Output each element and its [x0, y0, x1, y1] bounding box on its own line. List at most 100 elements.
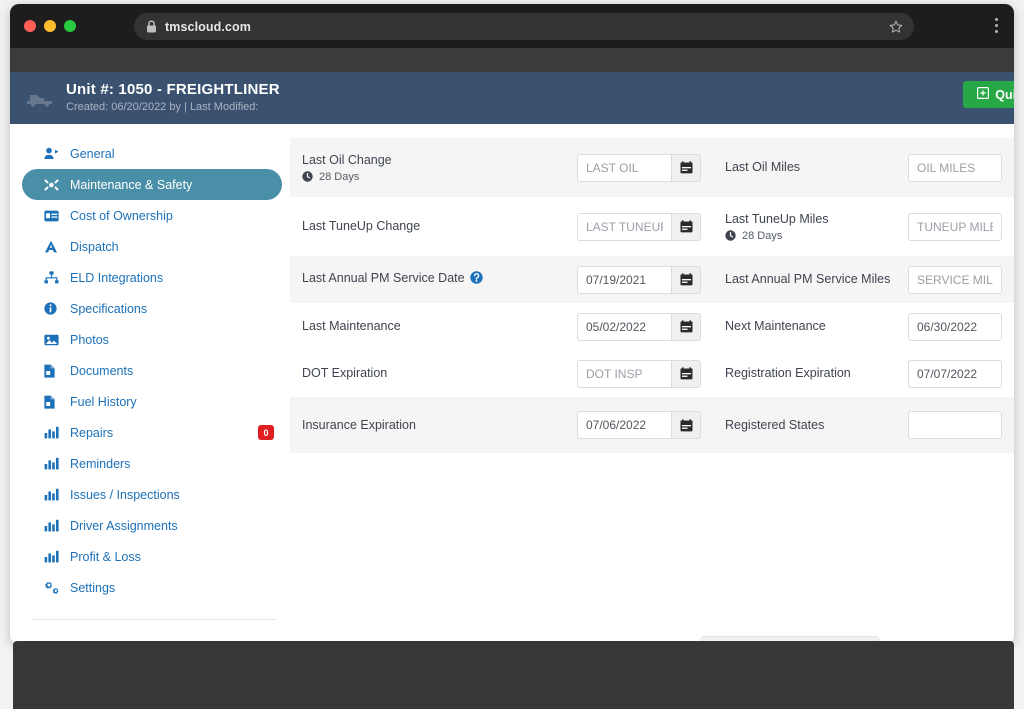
form-cell-right: Registration Expiration: [713, 360, 1014, 388]
field-input[interactable]: [908, 266, 1002, 294]
address-bar[interactable]: tmscloud.com: [134, 13, 914, 40]
truck-icon: [26, 89, 56, 107]
form-cell-left: Insurance Expiration: [290, 411, 713, 439]
field-input[interactable]: [577, 411, 671, 439]
field-input-group: [577, 154, 701, 182]
field-input[interactable]: [908, 213, 1002, 241]
form-row: Insurance Expiration Registered States: [290, 397, 1014, 453]
sidebar-item-label: Documents: [70, 364, 133, 378]
field-input-group: [908, 411, 1002, 439]
id-card-icon: [44, 210, 61, 222]
sidebar-item-label: General: [70, 147, 114, 161]
app-viewport: Unit #: 1050 - FREIGHTLINER Created: 06/…: [10, 72, 1014, 644]
form-row: Last TuneUp Change Last TuneUp Miles28 Da…: [290, 197, 1014, 256]
calendar-icon[interactable]: [671, 313, 701, 341]
sidebar-item-fuel-history[interactable]: Fuel History: [22, 386, 282, 417]
minimize-window-button[interactable]: [44, 20, 56, 32]
form-cell-right: Next Maintenance: [713, 313, 1014, 341]
field-label-text: Last TuneUp Change: [302, 219, 420, 233]
sidebar-item-repairs[interactable]: Repairs0: [22, 417, 282, 448]
field-label-text: Registered States: [725, 418, 824, 432]
sidebar-item-settings[interactable]: Settings: [22, 572, 282, 603]
sidebar-item-issues-inspections[interactable]: Issues / Inspections: [22, 479, 282, 510]
sidebar-item-label: Specifications: [70, 302, 147, 316]
wrench-icon: [44, 178, 61, 192]
sidebar-item-list: General Maintenance & Safety Cost of Owner…: [10, 138, 290, 603]
field-label-text: Last Annual PM Service Date: [302, 271, 465, 285]
field-sub-text: 28 Days: [742, 230, 782, 242]
close-window-button[interactable]: [24, 20, 36, 32]
unit-title-block: Unit #: 1050 - FREIGHTLINER Created: 06/…: [66, 81, 280, 115]
field-label-block: Last TuneUp Miles28 Days: [725, 211, 829, 242]
sidebar-item-profit-loss[interactable]: Profit & Loss: [22, 541, 282, 572]
form-cell-left: DOT Expiration: [290, 360, 713, 388]
field-label: Last Annual PM Service Date: [302, 270, 483, 289]
sidebar-item-documents[interactable]: Documents: [22, 355, 282, 386]
form-row: Last Maintenance Next Maintenance: [290, 303, 1014, 350]
field-input-group: [577, 411, 701, 439]
user-plus-icon: [44, 147, 61, 160]
sidebar-divider: [32, 619, 276, 620]
field-label-text: Last Oil Change: [302, 153, 392, 167]
field-input[interactable]: [577, 360, 671, 388]
calendar-icon[interactable]: [671, 213, 701, 241]
chart-bar-icon: [44, 426, 61, 439]
field-label: Last Annual PM Service Miles: [725, 271, 890, 288]
browser-menu-icon[interactable]: [995, 18, 998, 33]
calendar-icon[interactable]: [671, 266, 701, 294]
maximize-window-button[interactable]: [64, 20, 76, 32]
url-text: tmscloud.com: [165, 20, 251, 34]
clock-icon: [725, 230, 736, 241]
field-sub-text: 28 Days: [319, 171, 359, 183]
bookmark-star-icon[interactable]: [886, 17, 906, 37]
sidebar-item-label: Photos: [70, 333, 109, 347]
field-sub-note: 28 Days: [725, 230, 829, 242]
field-label: DOT Expiration: [302, 365, 387, 382]
kebab-dot: [995, 18, 998, 21]
field-input-group: [577, 266, 701, 294]
sidebar-item-general[interactable]: General: [22, 138, 282, 169]
help-circle-icon[interactable]: [470, 273, 483, 287]
window-traffic-lights[interactable]: [24, 20, 76, 32]
field-input[interactable]: [908, 411, 1002, 439]
sidebar-item-label: ELD Integrations: [70, 271, 163, 285]
sidebar-item-reminders[interactable]: Reminders: [22, 448, 282, 479]
form-cell-left: Last Annual PM Service Date: [290, 266, 713, 294]
form-cell-left: Last TuneUp Change: [290, 213, 713, 241]
info-circle-icon: [44, 302, 61, 315]
field-label: Registration Expiration: [725, 365, 851, 382]
calendar-icon[interactable]: [671, 154, 701, 182]
image-icon: [44, 334, 61, 346]
field-label: Last Maintenance: [302, 318, 401, 335]
calendar-icon[interactable]: [671, 411, 701, 439]
quick-action-button[interactable]: Quick A: [963, 81, 1014, 108]
calendar-icon[interactable]: [671, 360, 701, 388]
kebab-dot: [995, 24, 998, 27]
sidebar-item-maintenance-safety[interactable]: Maintenance & Safety: [22, 169, 282, 200]
field-label-block: Last Oil Change 28 Days: [302, 152, 392, 183]
kebab-dot: [995, 30, 998, 33]
chart-bar-icon: [44, 519, 61, 532]
sidebar-item-photos[interactable]: Photos: [22, 324, 282, 355]
chart-bar-icon: [44, 457, 61, 470]
sidebar-item-cost-of-ownership[interactable]: Cost of Ownership: [22, 200, 282, 231]
field-input[interactable]: [908, 313, 1002, 341]
sidebar-item-specifications[interactable]: Specifications: [22, 293, 282, 324]
sidebar-item-eld-integrations[interactable]: ELD Integrations: [22, 262, 282, 293]
field-label-text: Last Annual PM Service Miles: [725, 272, 890, 286]
sidebar-item-dispatch[interactable]: Dispatch: [22, 231, 282, 262]
field-input[interactable]: [908, 154, 1002, 182]
field-input[interactable]: [908, 360, 1002, 388]
field-input[interactable]: [577, 266, 671, 294]
field-label-text: Last Maintenance: [302, 319, 401, 333]
sidebar-item-label: Profit & Loss: [70, 550, 141, 564]
field-input[interactable]: [577, 213, 671, 241]
field-input[interactable]: [577, 313, 671, 341]
form-cell-right: Last Annual PM Service Miles: [713, 266, 1014, 294]
sidebar-item-label: Cost of Ownership: [70, 209, 173, 223]
field-label-text: Registration Expiration: [725, 366, 851, 380]
field-label-block: Registration Expiration: [725, 365, 851, 382]
sidebar-item-driver-assignments[interactable]: Driver Assignments: [22, 510, 282, 541]
field-input[interactable]: [577, 154, 671, 182]
sidebar-item-label: Settings: [70, 581, 115, 595]
